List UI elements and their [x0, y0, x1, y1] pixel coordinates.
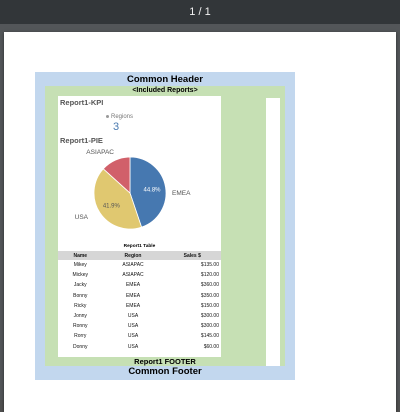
cell-name: Rorry — [74, 333, 87, 340]
cell-name: Ronny — [73, 323, 88, 330]
kpi-title: Report1-KPI — [60, 98, 104, 107]
table-row: Mikey ASIAPAC $135.00 — [58, 260, 221, 270]
pie-value-label: 44.8% — [144, 187, 162, 193]
viewer-toolbar: 1 / 1 — [0, 0, 400, 24]
cell-sales: $150.00 — [200, 302, 219, 309]
cell-region: USA — [127, 313, 139, 320]
pie-category-label: USA — [75, 214, 89, 221]
cell-sales: $360.00 — [200, 282, 219, 289]
table-row: Mickey ASIAPAC $120.00 — [58, 270, 221, 280]
cell-sales: $120.00 — [200, 272, 219, 279]
report-footer: Report1 FOOTER — [134, 357, 196, 366]
cell-name: Jonny — [73, 313, 87, 320]
column-header-region: Region — [102, 251, 164, 260]
table-row: Donny USA $60.00 — [58, 342, 221, 352]
common-footer: Common Footer — [128, 366, 202, 377]
pie-value-label: 41.9% — [103, 203, 121, 209]
table-title: Report1 Table — [123, 244, 156, 249]
cell-name: Mikey — [73, 262, 87, 269]
table-header-row: Name Region Sales $ — [58, 251, 221, 260]
cell-sales: $60.00 — [203, 343, 219, 350]
cell-sales: $350.00 — [200, 292, 219, 299]
cell-name: Donny — [73, 343, 88, 350]
common-container: Common Header <Included Reports> Report1… — [35, 72, 295, 380]
cell-region: ASIAPAC — [122, 272, 144, 279]
cell-region: USA — [127, 343, 139, 350]
pie-chart: 44.8% EMEA 41.9% USA ASIAPAC — [75, 149, 191, 230]
pie-category-label: EMEA — [172, 190, 191, 197]
page-indicator: 1 / 1 — [189, 6, 211, 18]
pie-title: Report1-PIE — [60, 136, 103, 145]
included-reports-area: <Included Reports> Report1-KPI Regions 3… — [45, 86, 285, 366]
cell-region: USA — [127, 333, 139, 340]
cell-region: USA — [127, 323, 139, 330]
side-strip — [266, 98, 280, 366]
cell-name: Jacky — [73, 282, 87, 289]
cell-sales: $300.00 — [200, 323, 219, 330]
legend-dot-icon — [106, 114, 109, 118]
cell-region: EMEA — [125, 302, 141, 309]
cell-region: ASIAPAC — [122, 262, 144, 269]
table-row: Jonny USA $300.00 — [58, 311, 221, 321]
table-row: Bonny EMEA $350.00 — [58, 291, 221, 301]
table-row: Ricky EMEA $150.00 — [58, 301, 221, 311]
column-header-sales: Sales $ — [163, 251, 221, 260]
pie-category-label: ASIAPAC — [86, 149, 114, 156]
table-row: Jacky EMEA $360.00 — [58, 280, 221, 290]
cell-sales: $300.00 — [200, 313, 219, 320]
cell-region: EMEA — [125, 292, 141, 299]
cell-sales: $135.00 — [200, 262, 219, 269]
cell-name: Mickey — [72, 272, 89, 279]
cell-sales: $145.00 — [200, 333, 219, 340]
table-row: Ronny USA $300.00 — [58, 321, 221, 331]
included-reports-label: <Included Reports> — [132, 87, 198, 94]
document-viewport[interactable]: Common Header <Included Reports> Report1… — [0, 24, 400, 412]
cell-region: EMEA — [125, 282, 141, 289]
report-table: Name Region Sales $ Mikey ASIAPAC $135.00 … — [58, 251, 221, 352]
kpi-label-text: Regions — [111, 114, 134, 120]
cell-name: Bonny — [73, 292, 88, 299]
table-row: Rorry USA $145.00 — [58, 331, 221, 341]
kpi-value: 3 — [113, 121, 120, 133]
cell-name: Ricky — [74, 302, 87, 309]
pdf-page: Common Header <Included Reports> Report1… — [4, 32, 396, 412]
report1-panel: Report1-KPI Regions 3 Report1-PIE 44.8% E… — [58, 96, 221, 357]
kpi-label: Regions — [106, 114, 133, 120]
common-header: Common Header — [126, 74, 203, 85]
column-header-name: Name — [58, 251, 103, 260]
